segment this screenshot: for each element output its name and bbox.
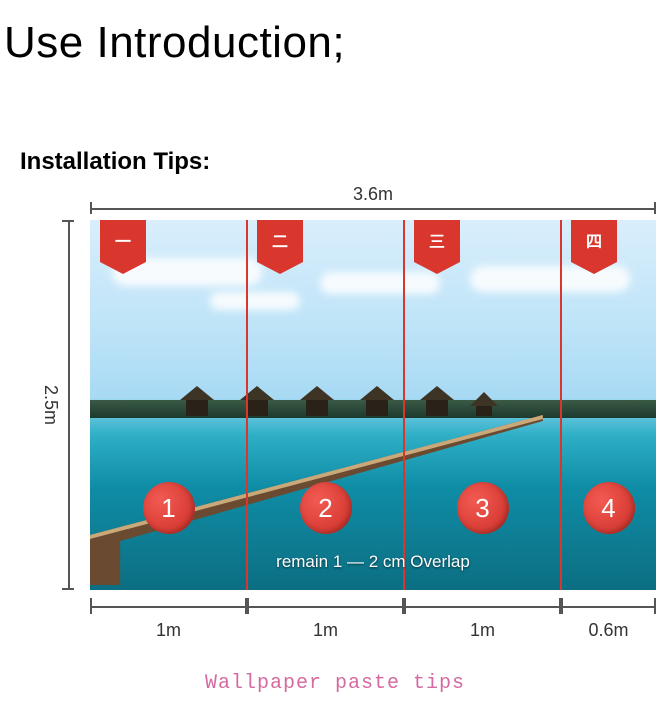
panel-tab-4: 四 [571, 220, 617, 262]
dimension-segment: 1m [90, 598, 247, 638]
cloud-decoration [210, 292, 300, 310]
dimension-segment: 1m [247, 598, 404, 638]
figure-caption: Wallpaper paste tips [0, 672, 670, 695]
dimension-segment: 0.6m [561, 598, 656, 638]
dimension-total-height-label: 2.5m [40, 220, 61, 590]
panel-tab-2: 二 [257, 220, 303, 262]
panel-number-3: 3 [457, 482, 509, 534]
cloud-decoration [320, 272, 440, 294]
section-heading: Installation Tips: [20, 148, 210, 176]
hut-decoration [300, 386, 334, 416]
hut-decoration [360, 386, 394, 416]
panel-number-4: 4 [583, 482, 635, 534]
dimension-segment-label: 0.6m [561, 620, 656, 641]
panel-divider [560, 220, 562, 590]
wallpaper-preview: 一 1 二 2 三 3 四 4 remain 1 — 2 cm Overlap [90, 220, 656, 590]
overlap-note: remain 1 — 2 cm Overlap [90, 552, 656, 572]
dimension-segment-label: 1m [404, 620, 561, 641]
panel-tab-3: 三 [414, 220, 460, 262]
panel-divider [246, 220, 248, 590]
dimension-segment-label: 1m [247, 620, 404, 641]
dimension-total-width: 3.6m [90, 186, 656, 216]
panel-number-1: 1 [143, 482, 195, 534]
page-title: Use Introduction; [4, 18, 345, 68]
dimension-panel-widths: 1m1m1m0.6m [90, 598, 656, 646]
hut-decoration [470, 392, 498, 416]
dimension-segment: 1m [404, 598, 561, 638]
panel-number-2: 2 [300, 482, 352, 534]
panel-divider [403, 220, 405, 590]
panel-tab-1: 一 [100, 220, 146, 262]
dimension-total-width-label: 3.6m [90, 184, 656, 205]
dimension-total-height: 2.5m [46, 220, 76, 590]
hut-decoration [180, 386, 214, 416]
dimension-segment-label: 1m [90, 620, 247, 641]
hut-decoration [420, 386, 454, 416]
